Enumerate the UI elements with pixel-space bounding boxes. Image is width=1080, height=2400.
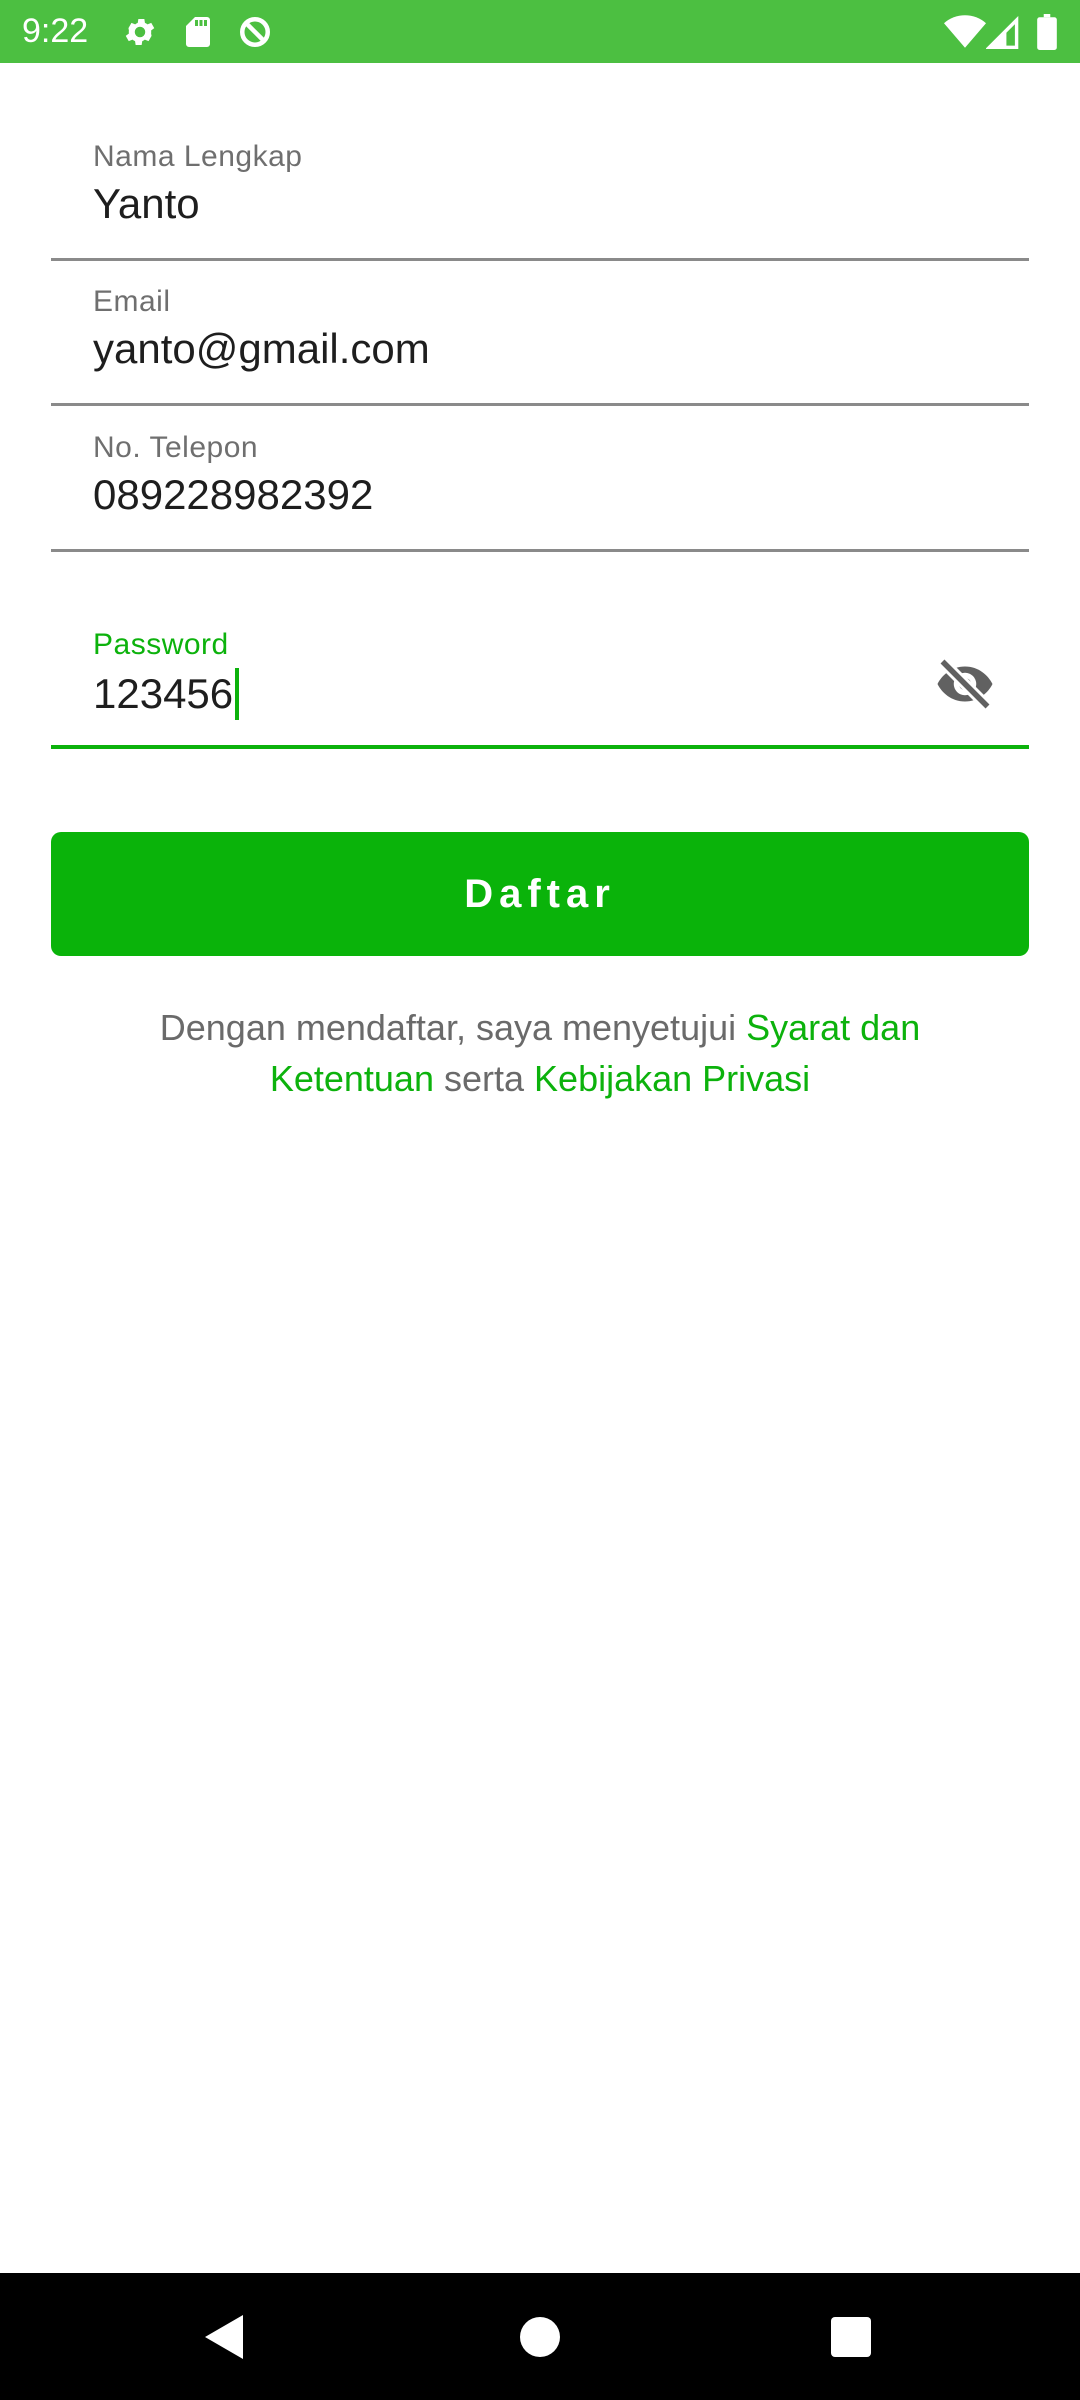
signal-icon [986, 15, 1019, 49]
home-icon [520, 2316, 560, 2357]
password-input[interactable]: 123456 [93, 670, 233, 718]
password-field[interactable]: Password 123456 [51, 624, 1029, 749]
full-name-field[interactable]: Nama Lengkap [51, 138, 1029, 261]
terms-middle: serta [433, 1058, 535, 1099]
home-button[interactable] [470, 2273, 610, 2400]
wifi-icon [944, 15, 986, 48]
privacy-link[interactable]: Kebijakan Privasi [534, 1058, 810, 1099]
visibility-off-icon [937, 657, 993, 711]
back-button[interactable] [155, 2273, 295, 2400]
full-name-input[interactable] [93, 180, 893, 228]
password-label: Password [93, 628, 229, 661]
status-bar: 9:22 [0, 0, 1080, 63]
phone-input[interactable] [93, 471, 893, 519]
phone-label: No. Telepon [93, 431, 259, 464]
navigation-bar [0, 2273, 1080, 2400]
sd-card-icon [186, 17, 210, 47]
battery-icon [1037, 14, 1057, 50]
password-visibility-toggle[interactable] [929, 648, 1001, 720]
terms-text: Dengan mendaftar, saya menyetujui Syarat… [120, 1002, 960, 1104]
status-time: 9:22 [22, 12, 89, 50]
recents-button[interactable] [781, 2273, 921, 2400]
email-input[interactable] [93, 325, 893, 373]
data-saver-icon [240, 17, 270, 47]
email-field[interactable]: Email [51, 283, 1029, 406]
text-cursor [235, 668, 239, 720]
settings-icon [125, 18, 155, 46]
back-icon [205, 2314, 243, 2359]
full-name-label: Nama Lengkap [93, 140, 303, 173]
recents-icon [831, 2316, 871, 2357]
phone-field[interactable]: No. Telepon [51, 429, 1029, 552]
register-button[interactable]: Daftar [51, 832, 1029, 956]
email-label: Email [93, 285, 171, 318]
terms-prefix: Dengan mendaftar, saya menyetujui [159, 1007, 747, 1048]
